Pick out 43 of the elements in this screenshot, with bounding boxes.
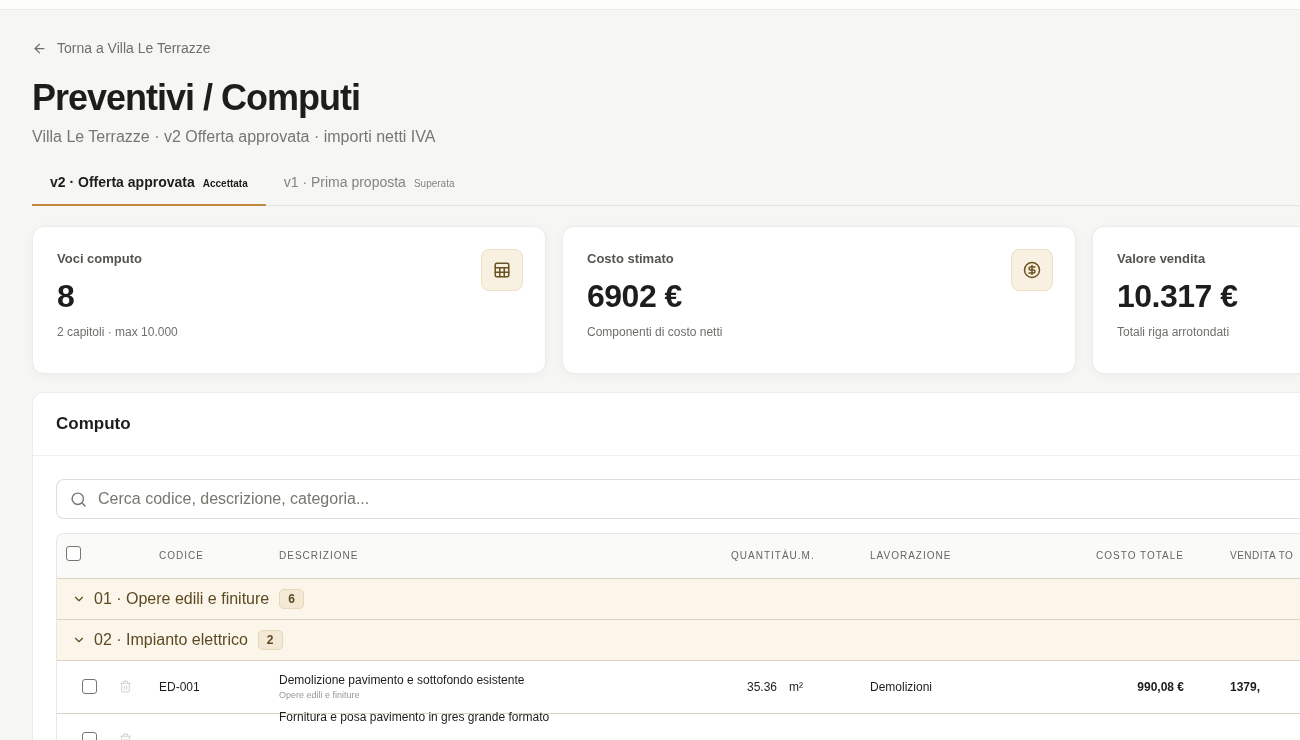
version-tab[interactable]: v2 · Offerta approvata Accettata	[32, 173, 266, 206]
column-header: CODICE	[159, 550, 205, 561]
chapter-label: 01 · Opere edili e finiture	[94, 589, 270, 608]
cost-cell-text: 990,08 €	[1136, 679, 1185, 694]
stat-note: Componenti di costo netti	[587, 324, 724, 339]
chapter-row[interactable]: 02 · Impianto elettrico 2	[57, 619, 1300, 661]
description-cell-text: Fornitura e posa pavimento in gres grande formato	[279, 709, 551, 724]
chapter-row[interactable]: 01 · Opere edili e finiture 6	[57, 578, 1300, 620]
category-text: Opere edili e finiture	[279, 690, 361, 700]
column-header: U.M.	[789, 550, 815, 561]
select-all-checkbox[interactable]	[66, 546, 81, 561]
stat-label: Valore vendita	[1117, 250, 1207, 266]
code-cell-text: ED-001	[159, 679, 201, 694]
back-link[interactable]: Torna a Villa Le Terrazze	[32, 40, 211, 56]
item-count: 6	[279, 588, 304, 609]
column-header: QUANTITÀ	[731, 550, 790, 561]
work-cell-text: Demolizioni	[870, 679, 934, 694]
column-header: VENDITA TO	[1230, 550, 1294, 561]
chapter-label: 02 · Impianto elettrico	[94, 630, 248, 649]
column-header: DESCRIZIONE	[279, 550, 360, 561]
stat-value: 10.317 €	[1117, 277, 1239, 315]
panel-title: Computo	[33, 392, 1300, 456]
search-field[interactable]: Cerca codice, descrizione, categoria...	[56, 478, 1300, 519]
version-tab[interactable]: v1 · Prima proposta Superata	[265, 173, 473, 206]
row-checkbox[interactable]	[82, 679, 97, 694]
stat-label: Voci computo	[57, 250, 143, 266]
item-count: 2	[257, 629, 283, 650]
sale-cell-text: 1379,	[1229, 679, 1262, 694]
stat-value: 6902 €	[587, 277, 683, 315]
page-title: Preventivi / Computi	[32, 75, 362, 120]
table-icon	[481, 248, 523, 291]
search-icon	[70, 490, 87, 508]
dollar-icon	[1011, 248, 1053, 291]
quantity-cell: 35.36	[747, 679, 778, 694]
page-subtitle: Villa Le Terrazze · v2 Offerta approvata · importi netti IVA	[32, 127, 437, 146]
stat-label: Costo stimato	[587, 250, 675, 266]
unit-cell: m²	[789, 679, 804, 694]
stat-note: 2 capitoli · max 10.000	[57, 324, 179, 339]
stat-value: 8	[57, 277, 76, 315]
column-header: COSTO TOTALE	[1095, 550, 1185, 561]
column-header: LAVORAZIONE	[870, 550, 953, 561]
stat-note: Totali riga arrotondati	[1117, 324, 1231, 339]
description-cell-text: Demolizione pavimento e sottofondo esistente	[279, 673, 526, 687]
